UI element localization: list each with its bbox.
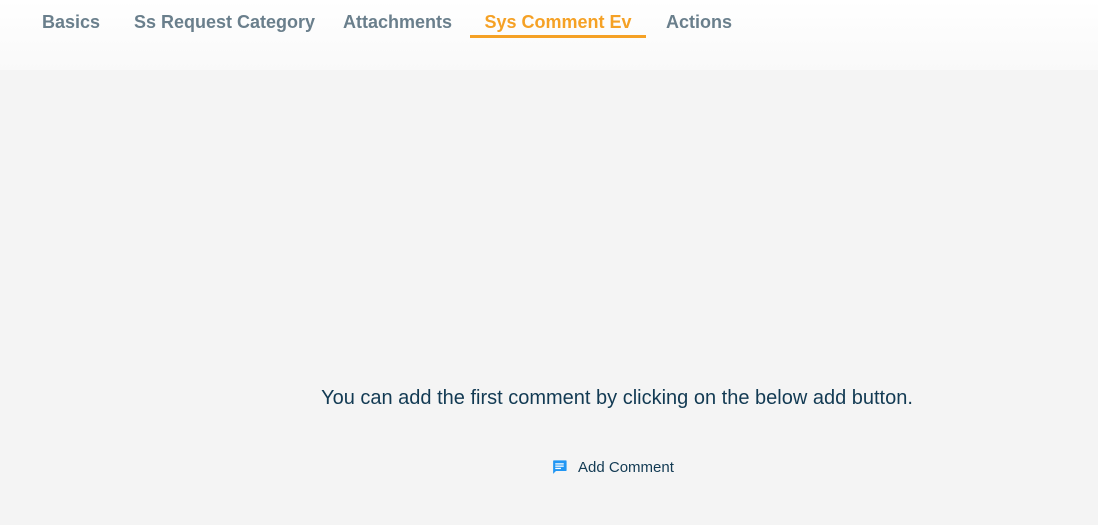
comment-icon bbox=[550, 458, 568, 476]
tab-sys-comment-ev[interactable]: Sys Comment Ev bbox=[470, 0, 646, 38]
tab-bar: Basics Ss Request Category Attachments S… bbox=[0, 0, 1098, 70]
empty-comments-message: You can add the first comment by clickin… bbox=[321, 387, 913, 409]
tab-attachments[interactable]: Attachments bbox=[343, 0, 452, 38]
tab-basics[interactable]: Basics bbox=[42, 0, 100, 38]
add-comment-button[interactable]: Add Comment bbox=[550, 455, 674, 479]
add-comment-label: Add Comment bbox=[578, 458, 674, 476]
tab-ss-request-category[interactable]: Ss Request Category bbox=[134, 0, 315, 38]
comments-panel: You can add the first comment by clickin… bbox=[0, 70, 1098, 525]
tab-actions[interactable]: Actions bbox=[666, 0, 732, 38]
